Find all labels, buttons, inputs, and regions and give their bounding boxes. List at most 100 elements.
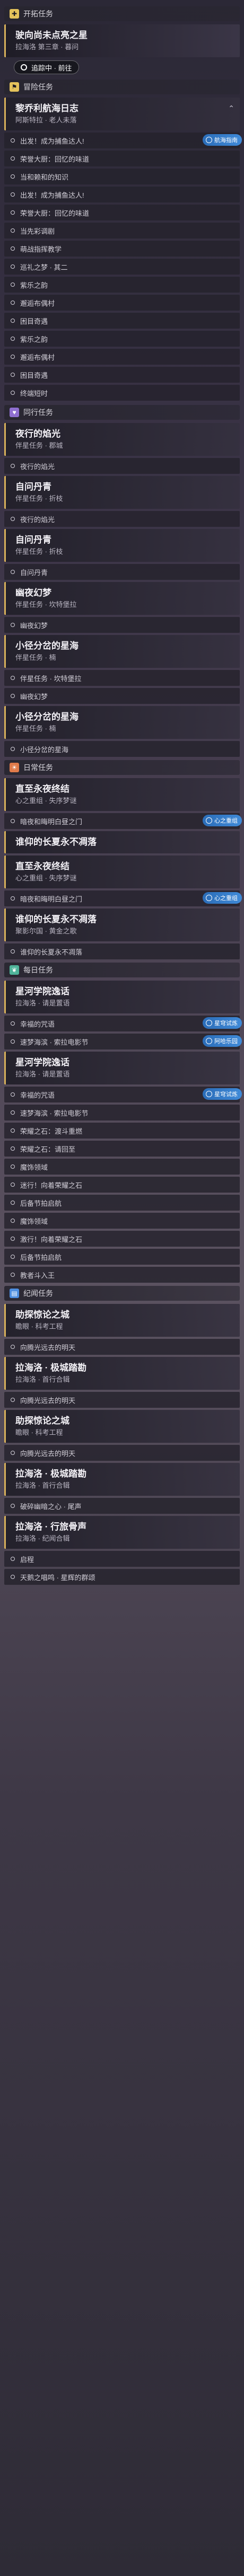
objective-item[interactable]: 后备节拍启航 [4, 1249, 240, 1265]
section-trailblaze[interactable]: ✚ 开拓任务 [4, 6, 240, 21]
quest-title: 拉海洛 · 极城踏勘 [15, 1363, 87, 1373]
objective-item[interactable]: 暗夜和晦明白昼之门 心之重组 [4, 890, 242, 906]
objective-dot-icon [11, 1237, 15, 1241]
quest-card[interactable]: 小径分岔的星海 伴星任务 · 楠 [4, 706, 240, 739]
quest-card[interactable]: 谁仰的长夏永不凋落 [4, 831, 240, 853]
objective-item[interactable]: 困目奇遇 [4, 313, 240, 329]
objective-item[interactable]: 出发！成为捕鱼达人! [4, 187, 240, 202]
quest-title: 星河学院逸话 [15, 986, 69, 996]
objective-item[interactable]: 破碎幽暗之心 · 尾声 [4, 1498, 240, 1514]
objective-item[interactable]: 魔饰领域 [4, 1213, 240, 1229]
section-title: 开拓任务 [23, 10, 53, 18]
quest-card[interactable]: 自问丹青 伴星任务 · 折枝 [4, 476, 240, 509]
objective-label: 后备节拍启航 [20, 1253, 62, 1261]
quest-card[interactable]: 助探惊论之城 瞻眼 · 科考工程 [4, 1410, 240, 1443]
objective-item[interactable]: 荣耀之石：请回至 [4, 1141, 240, 1157]
objective-label: 幸福的咒语 [20, 1020, 55, 1028]
quest-card[interactable]: 夜行的焰光 伴星任务 · 郡城 [4, 423, 240, 456]
section-adventure[interactable]: ⚑ 冒险任务 [4, 80, 240, 94]
trace-button[interactable]: 追踪中 · 前往 [14, 60, 79, 74]
objective-item[interactable]: 荣誉大厨：回忆的味道 [4, 205, 240, 220]
objective-label: 夜行的焰光 [20, 462, 55, 471]
quest-card[interactable]: 拉海洛 · 极城踏勘 拉海洛 · 首行合辑 [4, 1357, 240, 1390]
objective-label: 夜行的焰光 [20, 515, 55, 524]
objective-item[interactable]: 速梦海滨 · 索拉电影节 阿哈乐园 [4, 1034, 242, 1049]
quest-card[interactable]: 幽夜幻梦 伴星任务 · 坎特堡拉 [4, 582, 240, 615]
objective-item[interactable]: 幽夜幻梦 [4, 617, 240, 633]
objective-item[interactable]: 迷行！向着荣耀之石 [4, 1177, 240, 1193]
quest-card[interactable]: 拉海洛 · 极城踏勘 拉海洛 · 首行合辑 [4, 1463, 240, 1496]
quest-subtitle: 伴星任务 · 楠 [15, 725, 56, 733]
objective-dot-icon [11, 1219, 15, 1223]
objective-item[interactable]: 天鹅之唱鸣 · 星辉的群颂 [4, 1569, 240, 1585]
objective-label: 困目奇遇 [20, 317, 48, 325]
objective-label: 小径分岔的星海 [20, 745, 69, 754]
objective-item[interactable]: 向腾光远去的明天 [4, 1445, 240, 1461]
objective-item[interactable]: 紫乐之韵 [4, 331, 240, 347]
objective-item[interactable]: 幽夜幻梦 [4, 688, 240, 704]
objective-item[interactable]: 荣誉大厨：回忆的味道 [4, 151, 240, 166]
quest-card[interactable]: 拉海洛 · 行旅骨声 拉海洛 · 纪闻合辑 [4, 1516, 240, 1549]
objective-item[interactable]: 小径分岔的星海 [4, 741, 240, 757]
objective-item[interactable]: 巡礼之梦 · 其二 [4, 259, 240, 275]
objective-dot-icon [11, 1039, 15, 1044]
section-events[interactable]: ❦ 每日任务 [4, 963, 240, 977]
objective-item[interactable]: 紫乐之韵 [4, 277, 240, 293]
objective-label: 出发！成为捕鱼达人! [20, 137, 84, 145]
objective-item[interactable]: 暗夜和晦明白昼之门 心之重组 [4, 813, 242, 829]
objective-item[interactable]: 夜行的焰光 [4, 511, 240, 527]
objective-item[interactable]: 向腾光远去的明天 [4, 1392, 240, 1408]
quest-card[interactable]: 自问丹青 伴星任务 · 折枝 [4, 529, 240, 562]
objective-item[interactable]: 萌战指挥教学 [4, 241, 240, 257]
map-badge[interactable]: 星穹试炼 [203, 1017, 242, 1029]
objective-item[interactable]: 后备节拍启航 [4, 1195, 240, 1211]
quest-subtitle: 拉海洛 · 请是置语 [15, 999, 70, 1007]
chevron-up-icon[interactable]: ⌃ [228, 104, 234, 113]
objective-item[interactable]: 幸福的咒语 星穹试炼 [4, 1087, 242, 1102]
quest-card[interactable]: 星河学院逸话 拉海洛 · 请是置语 [4, 981, 240, 1013]
objective-item[interactable]: 伴星任务 · 坎特堡拉 [4, 670, 240, 686]
section-companion[interactable]: ♥ 同行任务 [4, 405, 240, 420]
objective-dot-icon [11, 1146, 15, 1151]
quest-card[interactable]: 驶向尚未点亮之星 拉海洛 第三章 · 暮问 [4, 24, 240, 57]
section-story[interactable]: ▤ 纪闻任务 [4, 1286, 240, 1301]
objective-item[interactable]: 教者斗入王 [4, 1267, 240, 1283]
quest-card[interactable]: 直至永夜终结 心之重组 · 失序梦谜 [4, 778, 240, 811]
objective-item[interactable]: 邂逅布偶村 [4, 349, 240, 365]
objective-dot-icon [11, 1398, 15, 1402]
objective-item[interactable]: 困目奇遇 [4, 367, 240, 383]
objective-item[interactable]: 当和赖和的知识 [4, 169, 240, 184]
quest-card[interactable]: 直至永夜终结 心之重组 · 失序梦谜 [4, 855, 240, 888]
objective-item[interactable]: 幸福的咒语 星穹试炼 [4, 1016, 242, 1031]
section-daily[interactable]: ☀ 日常任务 [4, 760, 240, 775]
objective-item[interactable]: 荣耀之石：渡斗重燃 [4, 1123, 240, 1139]
objective-item[interactable]: 速梦海滨 · 索拉电影节 [4, 1105, 240, 1121]
objective-item[interactable]: 邂逅布偶村 [4, 295, 240, 311]
objective-item[interactable]: 夜行的焰光 [4, 458, 240, 474]
quest-card[interactable]: 黎乔利航海日志 阿斯特拉 · 老人未落 ⌃ [4, 98, 240, 130]
objective-item[interactable]: 魔饰领域 [4, 1159, 240, 1175]
quest-subtitle: 瞻眼 · 科考工程 [15, 1322, 63, 1330]
objective-item[interactable]: 启程 [4, 1551, 240, 1567]
objective-item[interactable]: 终端短时 [4, 385, 240, 401]
objective-item[interactable]: 当先彩调剧 [4, 223, 240, 239]
map-badge[interactable]: 心之重组 [203, 815, 242, 826]
map-badge[interactable]: 航海指南 [203, 134, 242, 146]
quest-card[interactable]: 助探惊论之城 瞻眼 · 科考工程 [4, 1304, 240, 1337]
map-badge[interactable]: 星穹试炼 [203, 1088, 242, 1100]
objective-dot-icon [11, 570, 15, 574]
objective-item[interactable]: 谁仰的长夏永不凋落 [4, 943, 240, 959]
quest-card[interactable]: 谁仰的长夏永不凋落 聚影尔国 · 黄金之歌 [4, 908, 240, 941]
map-badge[interactable]: 心之重组 [203, 892, 242, 904]
location-icon [206, 1020, 212, 1026]
objective-item[interactable]: 自问丹青 [4, 564, 240, 580]
objective-item[interactable]: 激行！向着荣耀之石 [4, 1231, 240, 1247]
quest-card[interactable]: 星河学院逸话 拉海洛 · 请是置语 [4, 1052, 240, 1084]
map-badge[interactable]: 阿哈乐园 [203, 1035, 242, 1047]
objective-item[interactable]: 出发！成为捕鱼达人! 航海指南 [4, 133, 242, 148]
objective-dot-icon [11, 301, 15, 305]
objective-item[interactable]: 向腾光远去的明天 [4, 1339, 240, 1355]
quest-card[interactable]: 小径分岔的星海 伴星任务 · 楠 [4, 635, 240, 668]
objective-label: 终端短时 [20, 389, 48, 398]
section-title: 日常任务 [23, 763, 53, 772]
